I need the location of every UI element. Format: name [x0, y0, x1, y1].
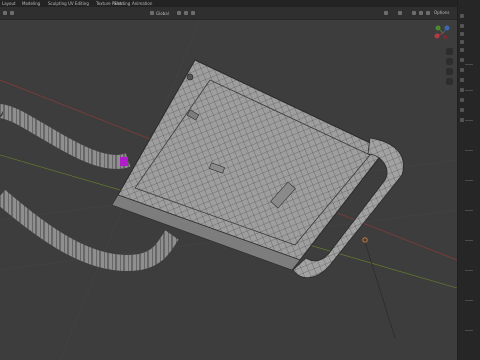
menu-item-modeling[interactable]: Modeling: [22, 1, 40, 6]
panel-row: [465, 120, 473, 121]
data-tab-icon[interactable]: [460, 108, 464, 112]
transform-orientation-dropdown[interactable]: Global: [156, 11, 169, 16]
physics-tab-icon[interactable]: [460, 88, 464, 92]
xray-icon[interactable]: [384, 11, 388, 15]
menu-item-sculpting[interactable]: Sculpting: [48, 1, 67, 6]
constraints-tab-icon[interactable]: [460, 98, 464, 102]
options-dropdown[interactable]: Options: [434, 10, 449, 15]
panel-row: [465, 330, 473, 331]
shading-material-icon[interactable]: [419, 11, 423, 15]
panel-row: [465, 240, 473, 241]
proportional-edit-icon[interactable]: [191, 11, 195, 15]
material-tab-icon[interactable]: [460, 118, 464, 122]
scene-tab-icon[interactable]: [460, 40, 464, 44]
render-tab-icon[interactable]: [460, 24, 464, 28]
panel-row: [465, 150, 473, 151]
panel-row: [465, 90, 473, 91]
tool-tab-icon[interactable]: [460, 14, 464, 18]
modifier-tab-icon[interactable]: [460, 68, 464, 72]
selected-edge-marker: [120, 157, 128, 166]
select-mode-icon[interactable]: [10, 11, 14, 15]
hand-pan-icon[interactable]: [446, 58, 453, 65]
panel-row: [465, 210, 473, 211]
shading-rendered-icon[interactable]: [426, 11, 430, 15]
zoom-icon[interactable]: [446, 48, 453, 55]
world-tab-icon[interactable]: [460, 48, 464, 52]
navigation-gizmo[interactable]: [432, 22, 454, 44]
3d-viewport[interactable]: [0, 20, 457, 360]
light-helper-line: [364, 241, 396, 339]
top-menubar: Layout Modeling Sculpting UV Editing Tex…: [0, 0, 480, 7]
panel-row: [465, 300, 473, 301]
shading-solid-icon[interactable]: [412, 11, 416, 15]
camera-icon[interactable]: [446, 68, 453, 75]
viewport-canvas[interactable]: [0, 20, 457, 360]
menu-item-shading[interactable]: Shading: [114, 1, 130, 6]
object-origin: [362, 237, 368, 243]
output-tab-icon[interactable]: [460, 32, 464, 36]
menu-item-uv-editing[interactable]: UV Editing: [68, 1, 89, 6]
transform-orientation-icon[interactable]: [150, 11, 154, 15]
object-tab-icon[interactable]: [460, 58, 464, 62]
panel-row: [465, 270, 473, 271]
particles-tab-icon[interactable]: [460, 78, 464, 82]
menu-item-layout[interactable]: Layout: [2, 1, 16, 6]
viewport-header: Global Options: [0, 7, 480, 20]
menu-item-animation[interactable]: Animation: [132, 1, 152, 6]
overlay-icon[interactable]: [398, 11, 402, 15]
panel-row: [465, 180, 473, 181]
grid-icon[interactable]: [446, 78, 453, 85]
panel-row: [465, 64, 473, 65]
snap-icon[interactable]: [184, 11, 188, 15]
pivot-icon[interactable]: [177, 11, 181, 15]
editor-type-icon[interactable]: [3, 11, 7, 15]
